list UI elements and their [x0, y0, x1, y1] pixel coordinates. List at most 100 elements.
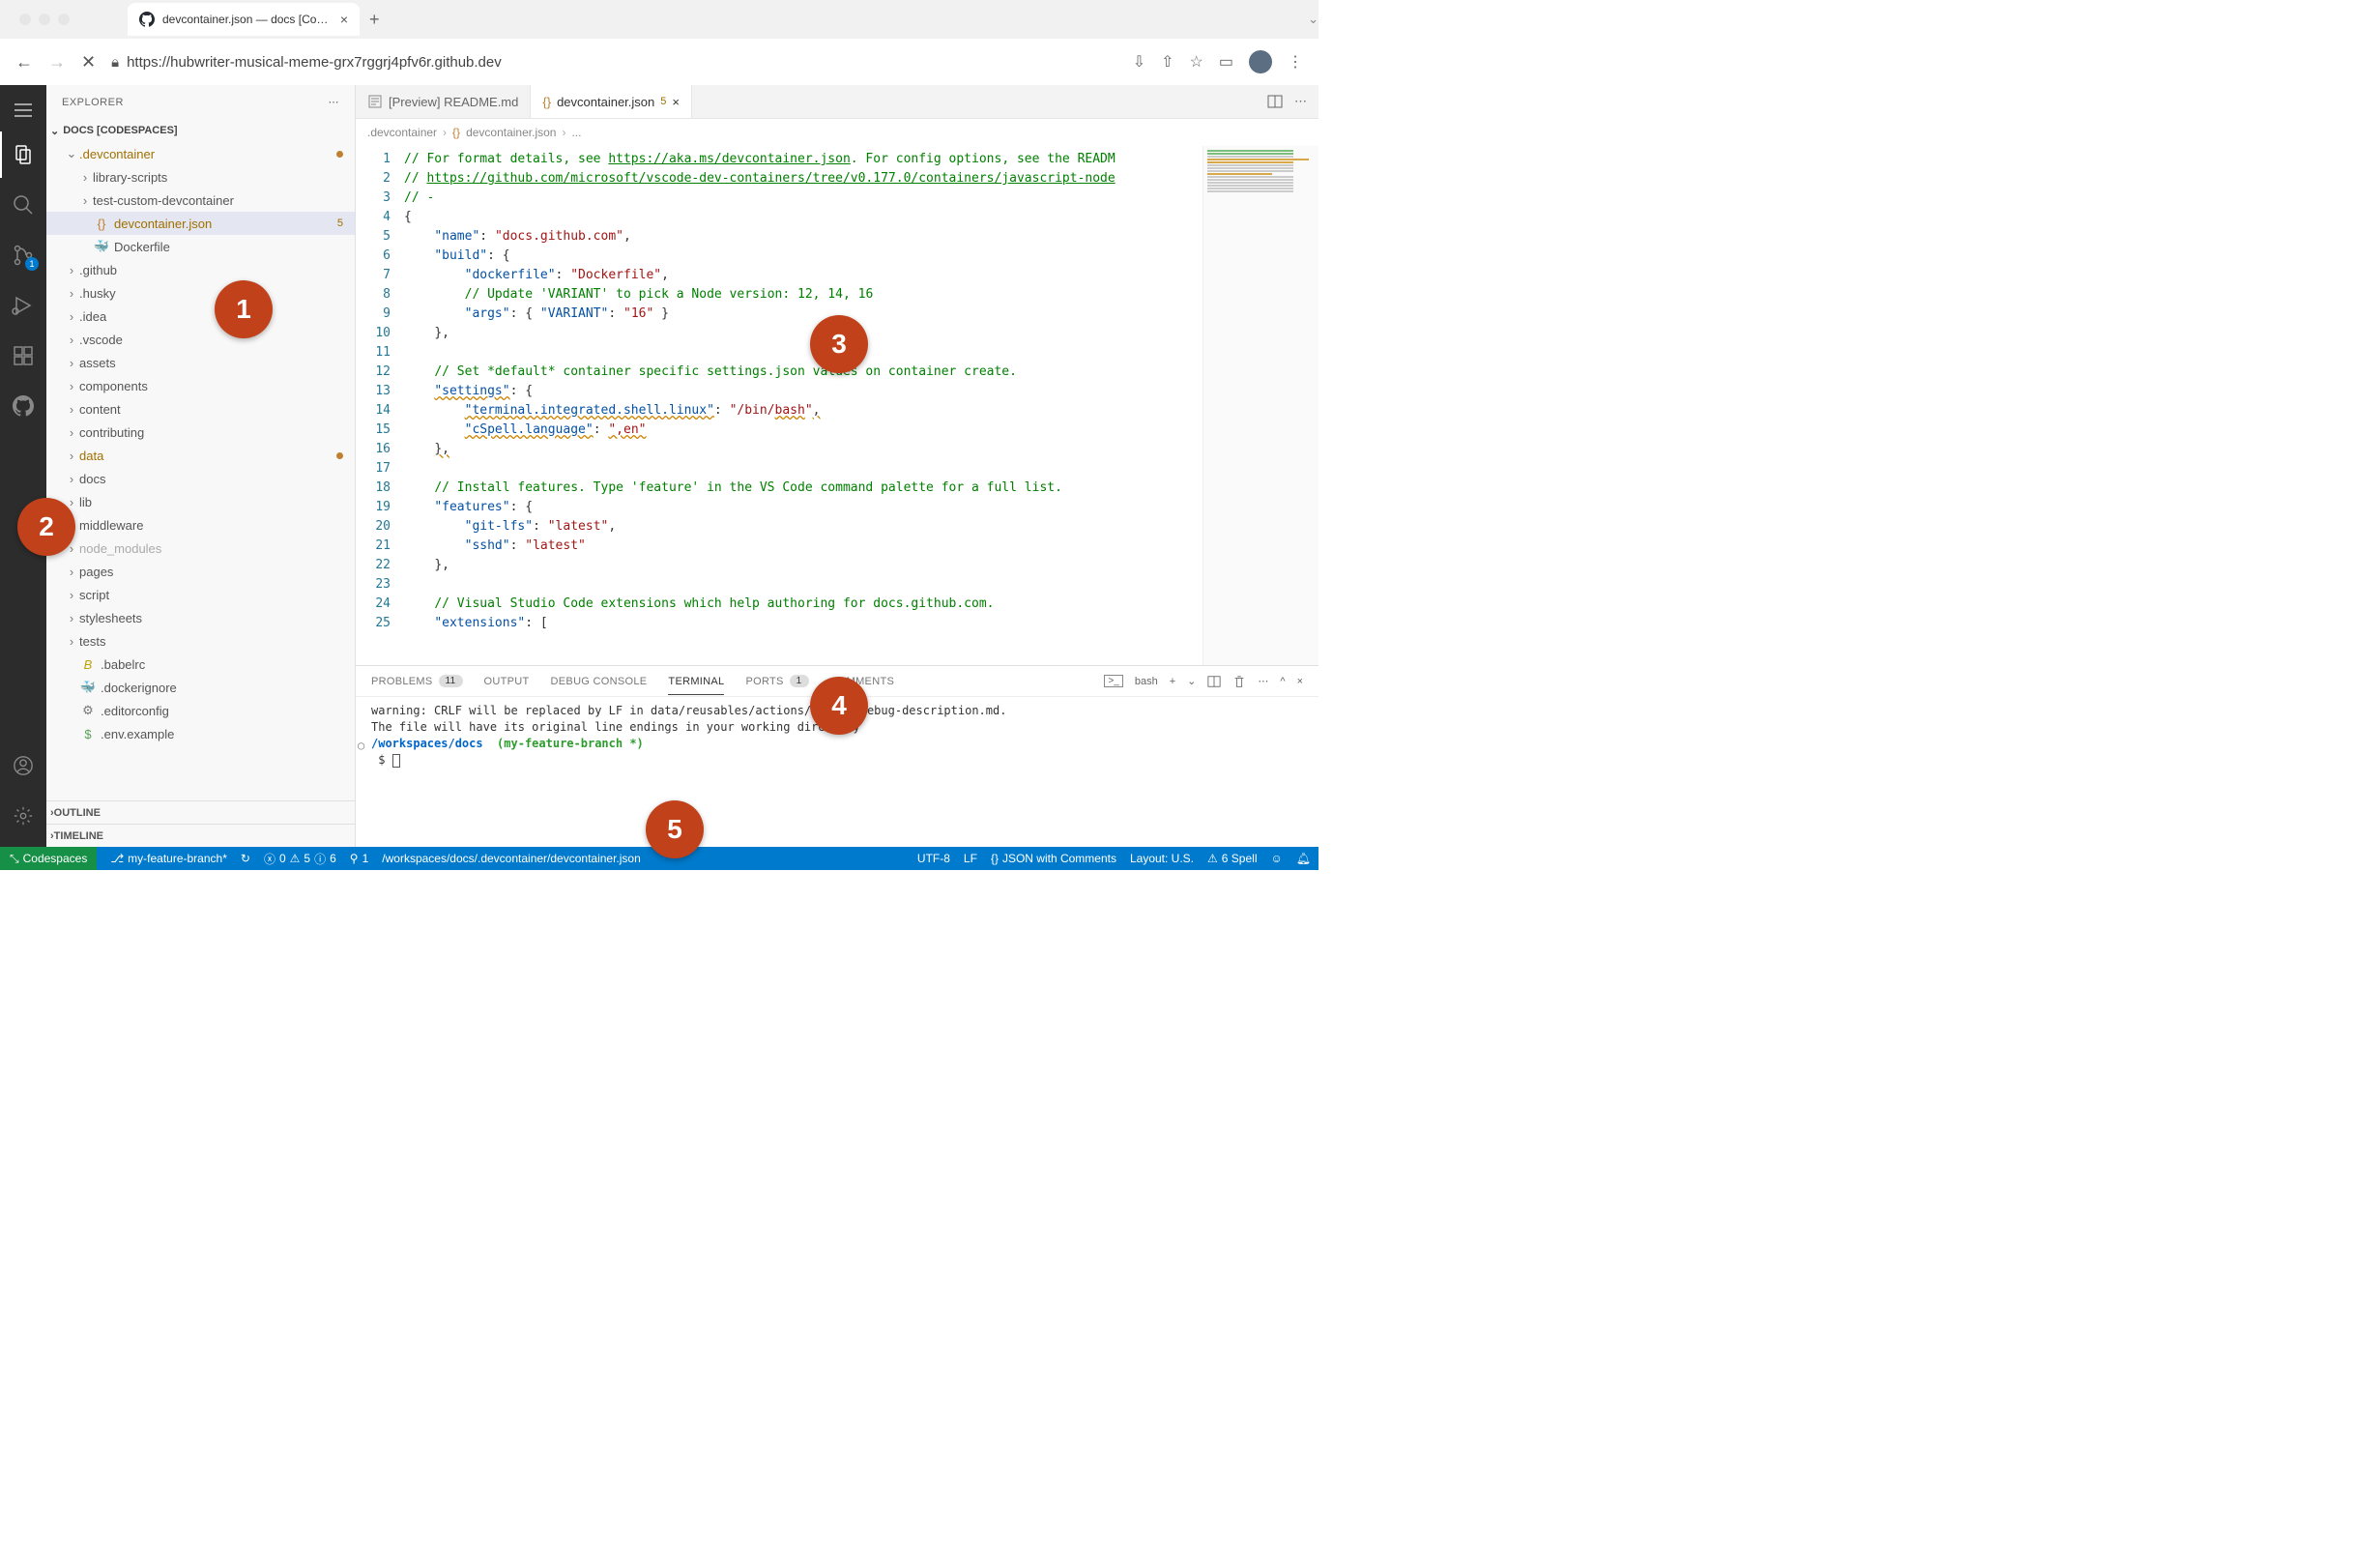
- nav-forward-icon[interactable]: →: [48, 52, 66, 73]
- tree-item[interactable]: ›lib: [46, 490, 355, 513]
- tree-item[interactable]: ›stylesheets: [46, 606, 355, 629]
- code-line[interactable]: [404, 343, 1202, 363]
- tab-preview-readme[interactable]: [Preview] README.md: [356, 85, 531, 118]
- panel-tab-debug[interactable]: DEBUG CONSOLE: [551, 676, 648, 687]
- tree-item[interactable]: ›docs: [46, 467, 355, 490]
- status-notifications[interactable]: 🔔︎: [1296, 852, 1311, 865]
- code-line[interactable]: [404, 459, 1202, 479]
- activity-explorer[interactable]: [0, 131, 46, 178]
- code-line[interactable]: // https://github.com/microsoft/vscode-d…: [404, 169, 1202, 189]
- outline-section[interactable]: › OUTLINE: [46, 800, 355, 824]
- tree-item[interactable]: 🐳Dockerfile: [46, 235, 355, 258]
- nav-back-icon[interactable]: ←: [15, 52, 33, 73]
- code-line[interactable]: "features": {: [404, 498, 1202, 517]
- terminal-icon[interactable]: >_: [1104, 675, 1122, 687]
- code-line[interactable]: [404, 575, 1202, 595]
- browser-menu-icon[interactable]: ⋮: [1288, 52, 1303, 72]
- new-tab-button[interactable]: +: [369, 10, 380, 30]
- tree-item[interactable]: ›.idea: [46, 305, 355, 328]
- tab-devcontainer[interactable]: {} devcontainer.json 5 ×: [531, 85, 692, 118]
- new-terminal-icon[interactable]: +: [1170, 676, 1175, 687]
- bookmark-icon[interactable]: ☆: [1190, 52, 1203, 72]
- tree-item[interactable]: ⌄.devcontainer: [46, 142, 355, 165]
- status-layout[interactable]: Layout: U.S.: [1130, 852, 1194, 865]
- sidepanel-icon[interactable]: ▭: [1219, 52, 1233, 72]
- timeline-section[interactable]: › TIMELINE: [46, 824, 355, 847]
- code-line[interactable]: "terminal.integrated.shell.linux": "/bin…: [404, 401, 1202, 421]
- tree-item[interactable]: ›assets: [46, 351, 355, 374]
- tree-item[interactable]: ›tests: [46, 629, 355, 653]
- tree-item[interactable]: 🐳.dockerignore: [46, 676, 355, 699]
- code-line[interactable]: // Update 'VARIANT' to pick a Node versi…: [404, 285, 1202, 305]
- tree-item[interactable]: ›content: [46, 397, 355, 421]
- tree-item[interactable]: $.env.example: [46, 722, 355, 745]
- code-line[interactable]: },: [404, 324, 1202, 343]
- activity-source-control[interactable]: 1: [0, 232, 46, 278]
- download-icon[interactable]: ⇩: [1133, 52, 1145, 72]
- activity-run-debug[interactable]: [0, 282, 46, 329]
- code-line[interactable]: // Install features. Type 'feature' in t…: [404, 479, 1202, 498]
- status-spell[interactable]: ⚠ 6 Spell: [1207, 852, 1257, 865]
- activity-search[interactable]: [0, 182, 46, 228]
- activity-settings[interactable]: [0, 793, 46, 839]
- dropdown-icon[interactable]: ⌄: [1187, 675, 1196, 687]
- code-editor[interactable]: 1234567891011121314151617181920212223242…: [356, 146, 1318, 665]
- status-encoding[interactable]: UTF-8: [917, 852, 950, 865]
- menu-icon[interactable]: [0, 93, 46, 128]
- profile-avatar-icon[interactable]: [1249, 50, 1272, 73]
- shell-label[interactable]: bash: [1135, 676, 1158, 687]
- panel-tab-terminal[interactable]: TERMINAL: [668, 668, 724, 695]
- workspace-header[interactable]: ⌄ DOCS [CODESPACES]: [46, 119, 355, 142]
- tree-item[interactable]: ›test-custom-devcontainer: [46, 189, 355, 212]
- maximize-panel-icon[interactable]: ^: [1280, 676, 1285, 687]
- status-branch[interactable]: ⎇ my-feature-branch*: [110, 852, 227, 865]
- tree-item[interactable]: ›.husky: [46, 281, 355, 305]
- tree-item[interactable]: ›.vscode: [46, 328, 355, 351]
- code-line[interactable]: "settings": {: [404, 382, 1202, 401]
- tree-item[interactable]: ›pages: [46, 560, 355, 583]
- panel-tab-problems[interactable]: PROBLEMS 11: [371, 675, 463, 687]
- nav-stop-icon[interactable]: ✕: [81, 52, 96, 73]
- traffic-light-close-icon[interactable]: [19, 14, 31, 25]
- code-line[interactable]: "git-lfs": "latest",: [404, 517, 1202, 537]
- status-sync[interactable]: ↻: [241, 852, 250, 865]
- activity-extensions[interactable]: [0, 333, 46, 379]
- code-line[interactable]: "args": { "VARIANT": "16" }: [404, 305, 1202, 324]
- code-content[interactable]: // For format details, see https://aka.m…: [404, 146, 1202, 665]
- code-line[interactable]: "dockerfile": "Dockerfile",: [404, 266, 1202, 285]
- tree-item[interactable]: B.babelrc: [46, 653, 355, 676]
- tree-item[interactable]: ›data: [46, 444, 355, 467]
- tree-item[interactable]: ›node_modules: [46, 537, 355, 560]
- code-line[interactable]: "sshd": "latest": [404, 537, 1202, 556]
- tree-item[interactable]: ›middleware: [46, 513, 355, 537]
- tree-item[interactable]: ›library-scripts: [46, 165, 355, 189]
- browser-tab[interactable]: devcontainer.json — docs [Cod… ×: [128, 3, 360, 36]
- file-tree[interactable]: ⌄.devcontainer›library-scripts›test-cust…: [46, 142, 355, 800]
- status-eol[interactable]: LF: [964, 852, 977, 865]
- status-language[interactable]: {} JSON with Comments: [991, 852, 1116, 865]
- more-icon[interactable]: ⋯: [1258, 675, 1268, 687]
- tab-close-icon[interactable]: ×: [340, 12, 348, 27]
- split-editor-icon[interactable]: [1267, 94, 1283, 109]
- code-line[interactable]: {: [404, 208, 1202, 227]
- tree-item[interactable]: ›contributing: [46, 421, 355, 444]
- tabs-dropdown-icon[interactable]: ⌄: [1308, 12, 1318, 27]
- sidebar-more-icon[interactable]: ⋯: [329, 96, 340, 108]
- tree-item[interactable]: {}devcontainer.json5: [46, 212, 355, 235]
- code-line[interactable]: // -: [404, 189, 1202, 208]
- activity-account[interactable]: [0, 742, 46, 789]
- code-line[interactable]: },: [404, 556, 1202, 575]
- trash-icon[interactable]: [1232, 675, 1246, 688]
- breadcrumb[interactable]: .devcontainer › {} devcontainer.json › .…: [356, 119, 1318, 146]
- url-input[interactable]: 🔒︎ https://hubwriter-musical-meme-grx7rg…: [111, 54, 1117, 71]
- tree-item[interactable]: ⚙.editorconfig: [46, 699, 355, 722]
- code-line[interactable]: // Visual Studio Code extensions which h…: [404, 595, 1202, 614]
- panel-tab-ports[interactable]: PORTS 1: [745, 675, 808, 687]
- code-line[interactable]: },: [404, 440, 1202, 459]
- tab-close-icon[interactable]: ×: [672, 95, 680, 109]
- tree-item[interactable]: ›components: [46, 374, 355, 397]
- minimap[interactable]: [1202, 146, 1318, 665]
- status-feedback[interactable]: ☺: [1271, 852, 1283, 865]
- code-line[interactable]: "build": {: [404, 247, 1202, 266]
- traffic-light-minimize-icon[interactable]: [39, 14, 50, 25]
